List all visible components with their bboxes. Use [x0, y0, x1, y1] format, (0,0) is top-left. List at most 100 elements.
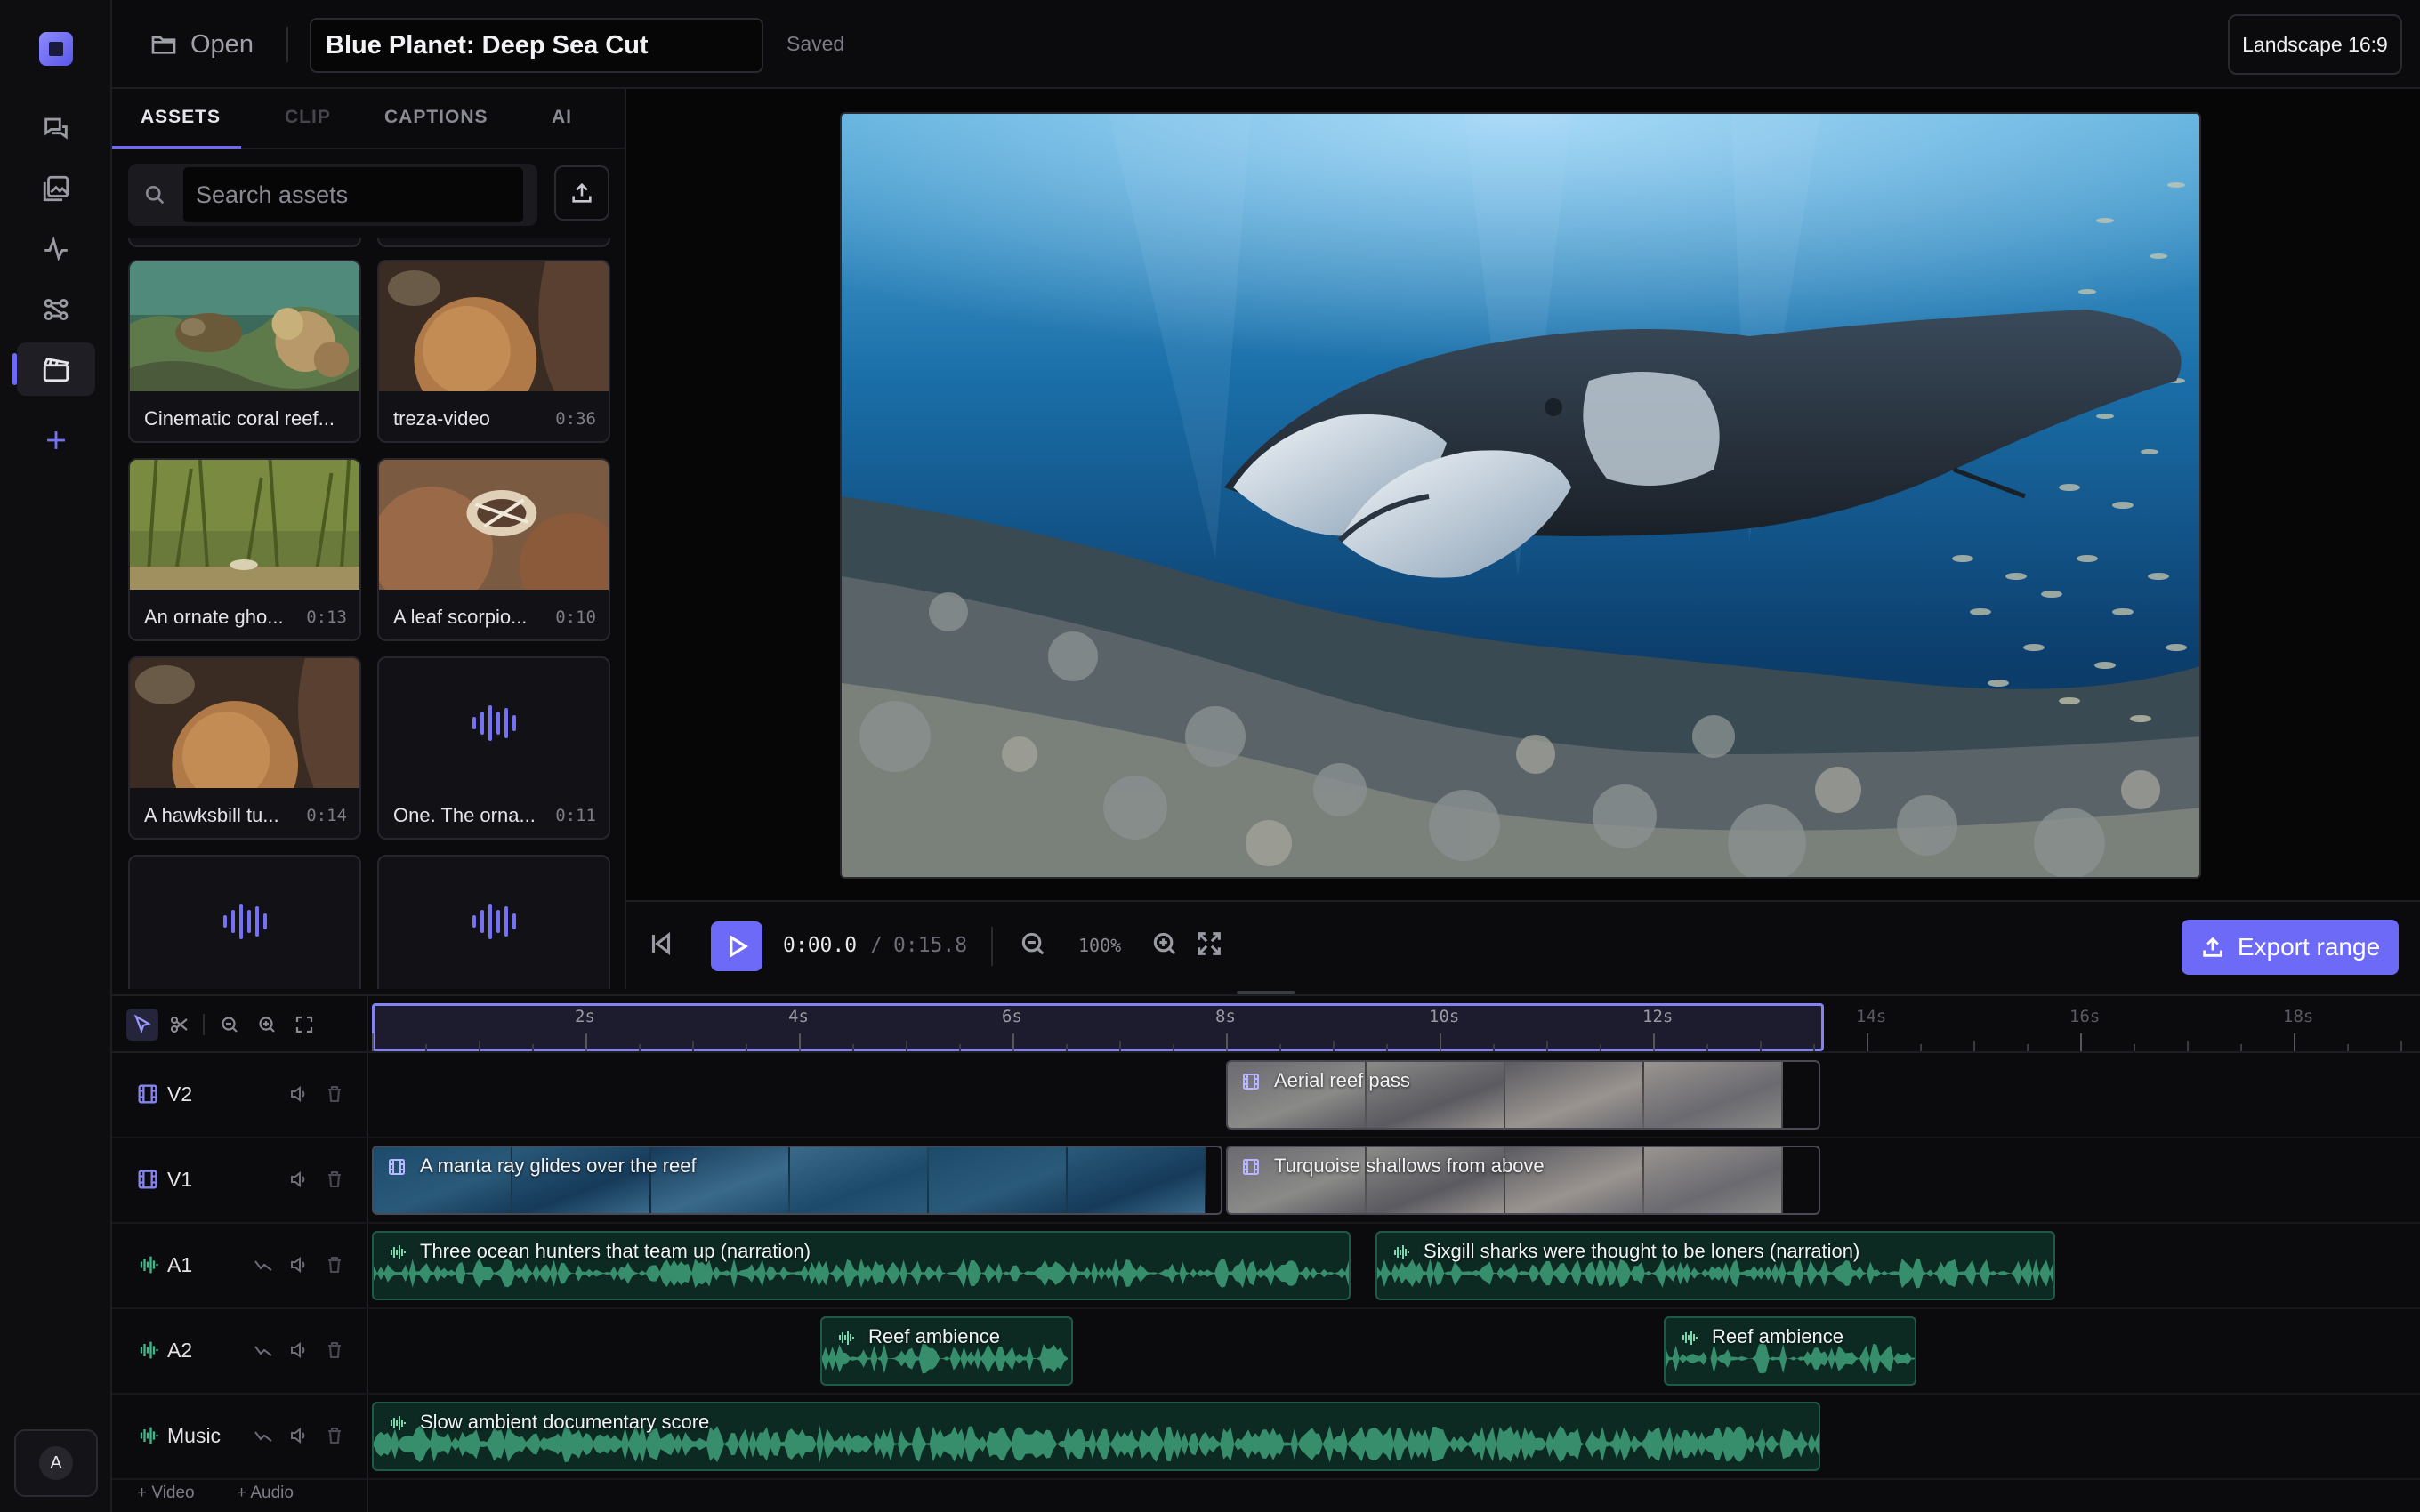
asset-card-partial[interactable]: [377, 238, 610, 247]
clapperboard-icon[interactable]: [17, 342, 95, 396]
audio-clip[interactable]: Sixgill sharks were thought to be loners…: [1375, 1231, 2055, 1300]
ruler-tick: [2134, 1044, 2135, 1051]
tab-assets[interactable]: ASSETS: [141, 107, 221, 128]
ruler-tick: [1600, 1044, 1601, 1051]
audio-wave-icon: [379, 658, 609, 788]
fade-icon[interactable]: [253, 1254, 274, 1275]
ruler-tick: [1920, 1044, 1922, 1051]
timeline-zoom-in-icon[interactable]: [251, 1009, 283, 1041]
asset-card[interactable]: One. The orna... 0:11: [377, 656, 610, 840]
trash-icon[interactable]: [324, 1169, 345, 1190]
trash-icon[interactable]: [324, 1083, 345, 1105]
ruler-tick: [639, 1044, 641, 1051]
clip-label: Reef ambience: [868, 1325, 1000, 1347]
video-clip[interactable]: Aerial reef pass: [1226, 1060, 1820, 1130]
select-tool-icon[interactable]: [126, 1009, 158, 1041]
open-button[interactable]: Open: [149, 25, 254, 64]
ruler-tick: [1973, 1041, 1975, 1051]
scissors-icon[interactable]: [164, 1009, 196, 1041]
video-clip[interactable]: A manta ray glides over the reef: [372, 1146, 1222, 1215]
upload-button[interactable]: [554, 165, 609, 221]
ruler-label: 14s: [1856, 1007, 1887, 1026]
tab-underline: [112, 146, 241, 149]
audio-wave-icon: [130, 857, 359, 986]
asset-duration: 0:11: [555, 806, 596, 825]
search-input[interactable]: [183, 167, 523, 222]
timeline: 2s 4s 6s 8s 10s 12s 14s 16s 18s V2 V1 A1 A2 Musi…: [112, 994, 2420, 1512]
fade-icon[interactable]: [253, 1339, 274, 1361]
tab-ai[interactable]: AI: [552, 107, 572, 128]
time-ruler[interactable]: 2s 4s 6s 8s 10s 12s 14s 16s 18s: [368, 996, 2420, 1053]
video-preview[interactable]: [840, 112, 2201, 879]
clip-label: Aerial reef pass: [1274, 1069, 1410, 1091]
zoom-in-icon[interactable]: [1150, 929, 1180, 959]
asset-card[interactable]: [128, 855, 361, 989]
track-name: A1: [167, 1253, 193, 1276]
current-time: 0:00.0: [783, 934, 858, 957]
gallery-icon[interactable]: [17, 162, 95, 215]
audio-wave-icon: [379, 857, 609, 986]
asset-card-partial[interactable]: [128, 238, 361, 247]
asset-card[interactable]: [377, 855, 610, 989]
clip-label: Slow ambient documentary score: [420, 1411, 710, 1433]
timeline-zoom-out-icon[interactable]: [214, 1009, 246, 1041]
fit-screen-icon[interactable]: [1194, 929, 1224, 959]
timeline-fit-icon[interactable]: [288, 1009, 320, 1041]
open-label: Open: [190, 29, 254, 59]
ruler-tick: [479, 1041, 480, 1051]
asset-caption: One. The orna...: [393, 804, 536, 826]
nodes-icon[interactable]: [17, 283, 95, 336]
ruler-tick: [746, 1044, 747, 1051]
trash-icon[interactable]: [324, 1254, 345, 1275]
ruler-label: 8s: [1215, 1007, 1236, 1026]
asset-card[interactable]: treza-video 0:36: [377, 260, 610, 443]
trash-icon[interactable]: [324, 1425, 345, 1446]
chat-icon[interactable]: [17, 101, 95, 155]
volume-icon[interactable]: [288, 1083, 310, 1105]
audio-wave-icon: [386, 1242, 407, 1263]
asset-grid: Cinematic coral reef... treza-video 0:36: [128, 238, 616, 989]
play-button[interactable]: [711, 921, 762, 971]
skip-back-icon[interactable]: [646, 929, 676, 959]
activity-icon[interactable]: [17, 222, 95, 276]
user-avatar-button[interactable]: A: [14, 1429, 98, 1497]
ruler-tick: [2294, 1033, 2295, 1051]
play-icon: [730, 935, 749, 958]
audio-clip[interactable]: Reef ambience: [1664, 1316, 1916, 1386]
fade-icon[interactable]: [253, 1425, 274, 1446]
asset-card[interactable]: A leaf scorpio... 0:10: [377, 458, 610, 641]
project-title-input[interactable]: Blue Planet: Deep Sea Cut: [310, 18, 763, 73]
asset-thumbnail: [130, 261, 359, 391]
add-video-button[interactable]: + Video: [137, 1484, 195, 1503]
ruler-label: 16s: [2069, 1007, 2101, 1026]
asset-card[interactable]: An ornate gho... 0:13: [128, 458, 361, 641]
tab-captions[interactable]: CAPTIONS: [384, 107, 488, 128]
aspect-ratio-button[interactable]: Landscape 16:9: [2228, 14, 2402, 75]
video-clip[interactable]: Turquoise shallows from above: [1226, 1146, 1820, 1215]
asset-card[interactable]: Cinematic coral reef...: [128, 260, 361, 443]
export-range-button[interactable]: Export range: [2182, 920, 2399, 975]
zoom-out-icon[interactable]: [1018, 929, 1048, 959]
add-audio-button[interactable]: + Audio: [237, 1484, 294, 1503]
audio-clip[interactable]: Slow ambient documentary score: [372, 1402, 1820, 1471]
volume-icon[interactable]: [288, 1339, 310, 1361]
clip-label: A manta ray glides over the reef: [420, 1154, 697, 1177]
app-logo: [39, 32, 73, 66]
ruler-tick: [852, 1044, 854, 1051]
asset-card[interactable]: A hawksbill tu... 0:14: [128, 656, 361, 840]
tab-clip[interactable]: CLIP: [285, 107, 331, 128]
audio-clip[interactable]: Three ocean hunters that team up (narrat…: [372, 1231, 1351, 1300]
volume-icon[interactable]: [288, 1254, 310, 1275]
audio-wave-icon: [1678, 1327, 1699, 1348]
volume-icon[interactable]: [288, 1425, 310, 1446]
ruler-tick: [799, 1033, 801, 1051]
plus-icon[interactable]: [17, 414, 95, 467]
audio-clip[interactable]: Reef ambience: [820, 1316, 1073, 1386]
zoom-level: 100%: [1078, 935, 1122, 956]
ruler-tick: [1012, 1033, 1014, 1051]
film-icon: [1240, 1156, 1262, 1178]
trash-icon[interactable]: [324, 1339, 345, 1361]
ruler-tick: [1226, 1033, 1228, 1051]
volume-icon[interactable]: [288, 1169, 310, 1190]
ruler-tick: [1333, 1041, 1335, 1051]
